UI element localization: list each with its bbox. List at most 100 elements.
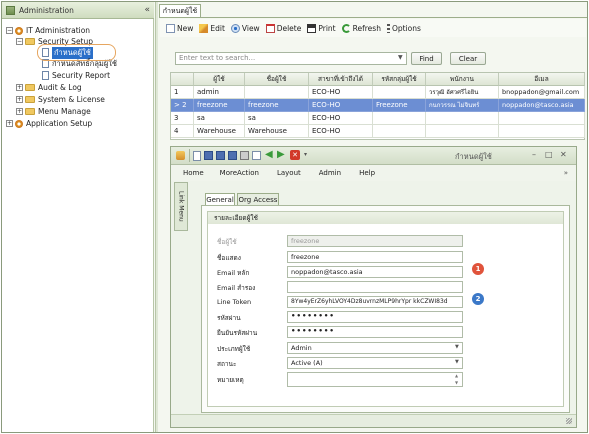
tree-item-label: IT Administration bbox=[26, 26, 91, 35]
field-label: ประเภทผู้ใช้ bbox=[217, 345, 251, 353]
delete-button[interactable]: Delete bbox=[265, 23, 301, 33]
chevron-down-icon[interactable]: ▼ bbox=[455, 344, 459, 350]
collapse-pane-button[interactable]: « bbox=[144, 5, 150, 15]
line-token-field[interactable]: 8Yw4yErZ6yhLVOY4Dz8uvrnzMLP9hrYpr kkCZWI… bbox=[287, 296, 463, 308]
chevron-down-icon[interactable]: ▼ bbox=[398, 54, 403, 61]
forward-arrow-icon[interactable]: ▶ bbox=[277, 150, 285, 160]
user-type-select[interactable]: Admin bbox=[287, 342, 463, 354]
gear-icon bbox=[15, 26, 23, 35]
table-cell: sa bbox=[245, 112, 309, 125]
group-title: รายละเอียดผู้ใช้ bbox=[208, 212, 563, 224]
table-cell: admin bbox=[194, 86, 245, 99]
tree-item-audit-log[interactable]: + Audit & Log bbox=[16, 82, 82, 93]
window-titlebar: ◀ ▶ ✕ ▾ กำหนดผู้ใช้ – □ ✕ bbox=[171, 147, 576, 165]
table-cell: ECO-HO bbox=[309, 86, 373, 99]
tree-item-system-license[interactable]: + System & License bbox=[16, 94, 105, 105]
search-input[interactable]: Enter text to search... bbox=[175, 52, 407, 65]
edit-button[interactable]: Edit bbox=[199, 23, 225, 33]
print-icon[interactable] bbox=[240, 151, 249, 160]
menu-admin[interactable]: Admin bbox=[319, 169, 341, 177]
edit-icon bbox=[199, 23, 209, 33]
field-label: Line Token bbox=[217, 298, 252, 306]
row-number: 3 bbox=[171, 112, 194, 125]
view-icon bbox=[230, 23, 240, 33]
print-button[interactable]: Print bbox=[307, 23, 336, 33]
close-icon[interactable]: ✕ bbox=[290, 150, 300, 160]
column-header[interactable]: ผู้ใช้ bbox=[194, 73, 245, 86]
spinner-icon[interactable]: ▲ ▼ bbox=[455, 372, 458, 386]
view-button[interactable]: View bbox=[230, 23, 260, 33]
remarks-field[interactable] bbox=[287, 372, 463, 387]
new-button[interactable]: New bbox=[166, 23, 194, 33]
expand-icon[interactable]: + bbox=[16, 108, 23, 115]
column-header[interactable]: รหัสกลุ่มผู้ใช้ bbox=[373, 73, 426, 86]
table-cell: noppadon@tasco.asia bbox=[499, 99, 585, 112]
close-window-icon[interactable]: ✕ bbox=[560, 150, 567, 159]
secondary-email-field[interactable] bbox=[287, 281, 463, 293]
collapse-icon[interactable]: − bbox=[16, 38, 23, 45]
username-field: freezone bbox=[287, 235, 463, 247]
save-new-icon[interactable] bbox=[228, 151, 237, 160]
field-label: สถานะ bbox=[217, 360, 237, 368]
menu-help[interactable]: Help bbox=[359, 169, 375, 177]
view-label: View bbox=[241, 23, 260, 33]
edit-label: Edit bbox=[210, 23, 225, 33]
link-menu-tab[interactable]: Link Menu bbox=[174, 182, 188, 231]
table-cell: bnoppadon@gmail.com bbox=[499, 86, 585, 99]
back-arrow-icon[interactable]: ◀ bbox=[265, 150, 273, 160]
clear-button[interactable]: Clear bbox=[450, 52, 486, 65]
chevron-down-icon[interactable]: ▼ bbox=[455, 359, 459, 365]
tree-item-security-report[interactable]: Security Report bbox=[42, 70, 110, 81]
primary-email-field[interactable]: noppadon@tasco.asia bbox=[287, 266, 463, 278]
main-toolbar: New Edit View Delete Print Refresh Optio… bbox=[160, 19, 586, 37]
maximize-icon[interactable]: □ bbox=[545, 150, 553, 159]
new-document-icon[interactable] bbox=[193, 151, 201, 161]
table-cell bbox=[499, 112, 585, 125]
customize-toolbar-icon[interactable]: ▾ bbox=[304, 151, 307, 158]
save-icon[interactable] bbox=[204, 151, 213, 160]
field-label: ชื่อแสดง bbox=[217, 254, 241, 262]
column-header[interactable]: ชื่อผู้ใช้ bbox=[245, 73, 309, 86]
options-button[interactable]: Options bbox=[386, 23, 421, 33]
refresh-button[interactable]: Refresh bbox=[341, 23, 381, 33]
delete-icon bbox=[265, 23, 275, 33]
expand-icon[interactable]: + bbox=[16, 84, 23, 91]
table-cell: Warehouse bbox=[194, 125, 245, 138]
table-cell: freezone bbox=[194, 99, 245, 112]
expand-icon[interactable]: + bbox=[16, 96, 23, 103]
menu-moreaction[interactable]: MoreAction bbox=[220, 169, 259, 177]
minimize-icon[interactable]: – bbox=[532, 150, 536, 159]
field-label: รหัสผ่าน bbox=[217, 314, 241, 322]
confirm-password-field[interactable]: •••••••• bbox=[287, 326, 463, 338]
navigation-pane: Administration « − IT Administration − S… bbox=[2, 2, 154, 432]
tree-item-it-administration[interactable]: − IT Administration bbox=[6, 25, 90, 36]
collapse-icon[interactable]: − bbox=[6, 27, 13, 34]
menu-layout[interactable]: Layout bbox=[277, 169, 301, 177]
resize-grip-icon[interactable] bbox=[566, 418, 572, 424]
row-number: > 2 bbox=[171, 99, 194, 112]
tree-item-menu-manage[interactable]: + Menu Manage bbox=[16, 106, 91, 117]
column-header[interactable]: สาขาที่เข้าถึงได้ bbox=[309, 73, 373, 86]
menu-home[interactable]: Home bbox=[183, 169, 204, 177]
table-cell bbox=[426, 112, 499, 125]
find-button[interactable]: Find bbox=[411, 52, 442, 65]
display-name-field[interactable]: freezone bbox=[287, 251, 463, 263]
tree-item-application-setup[interactable]: + Application Setup bbox=[6, 118, 92, 129]
pane-splitter[interactable] bbox=[155, 2, 158, 432]
password-field[interactable]: •••••••• bbox=[287, 311, 463, 323]
table-cell bbox=[426, 125, 499, 138]
status-select[interactable]: Active (A) bbox=[287, 357, 463, 369]
table-cell bbox=[373, 86, 426, 99]
column-header[interactable]: พนักงาน bbox=[426, 73, 499, 86]
tree-item-label: Audit & Log bbox=[38, 83, 82, 92]
tab-define-users[interactable]: กำหนดผู้ใช้ bbox=[159, 4, 201, 18]
save-close-icon[interactable] bbox=[216, 151, 225, 160]
expand-ribbon-icon[interactable]: » bbox=[564, 169, 568, 177]
app-menu-icon[interactable] bbox=[176, 151, 185, 160]
tree-item-label: Security Report bbox=[52, 71, 111, 80]
new-label: New bbox=[177, 23, 194, 33]
copy-icon[interactable] bbox=[252, 151, 261, 160]
toolbar-divider bbox=[189, 149, 190, 162]
expand-icon[interactable]: + bbox=[6, 120, 13, 127]
column-header[interactable]: อีเมล bbox=[499, 73, 585, 86]
